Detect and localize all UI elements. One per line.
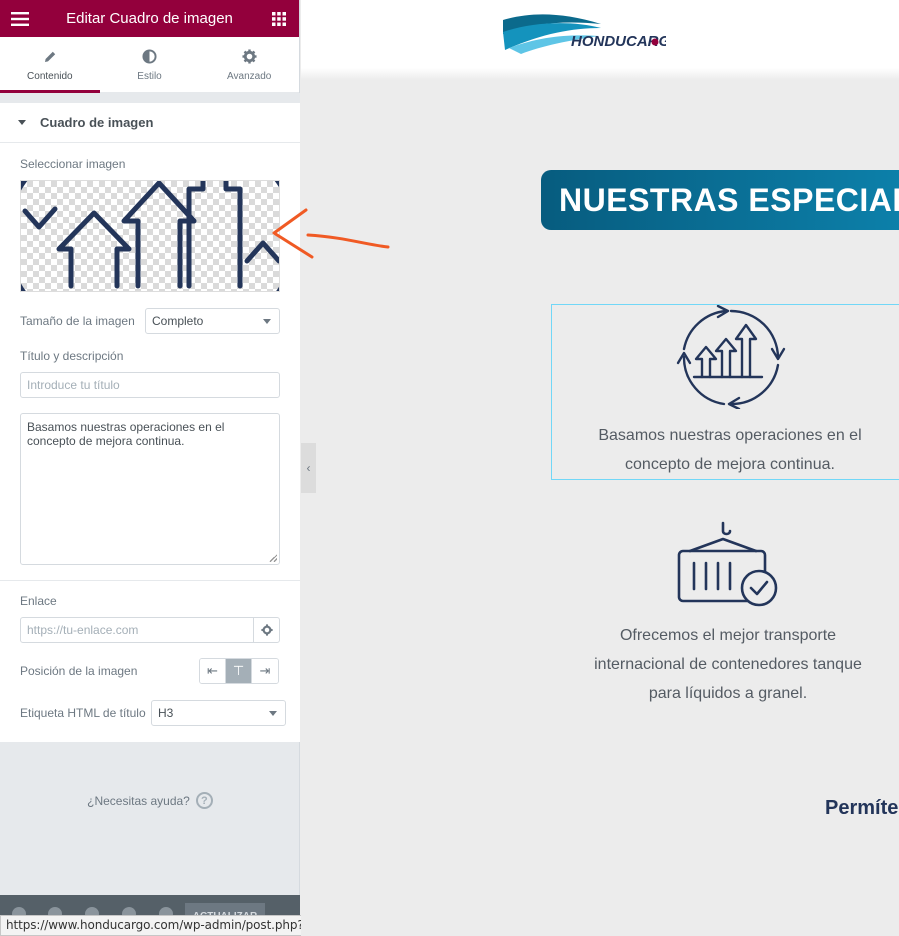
image-picker[interactable] bbox=[20, 180, 280, 292]
gear-icon bbox=[260, 624, 273, 636]
link-input[interactable]: https://tu-enlace.com bbox=[20, 617, 254, 643]
widgets-grid-icon[interactable] bbox=[259, 0, 299, 37]
link-label: Enlace bbox=[20, 594, 57, 608]
gear-icon bbox=[242, 48, 257, 66]
title-tag-select[interactable]: H3 bbox=[151, 700, 286, 726]
card1-line2: concepto de mejora continua. bbox=[625, 456, 835, 473]
align-right-icon[interactable]: ⇥ bbox=[252, 659, 278, 683]
panel-title: Editar Cuadro de imagen bbox=[66, 10, 233, 27]
image-size-label: Tamaño de la imagen bbox=[20, 314, 135, 328]
align-top-icon[interactable]: ⊤ bbox=[226, 659, 252, 683]
description-textarea[interactable]: Basamos nuestras operaciones en el conce… bbox=[20, 413, 280, 565]
align-left-icon[interactable]: ⇤ bbox=[200, 659, 226, 683]
selected-image-box[interactable]: Basamos nuestras operaciones en el conce… bbox=[551, 304, 899, 480]
editor-panel: Editar Cuadro de imagen Contenido Estilo… bbox=[0, 0, 300, 936]
chevron-down-icon bbox=[269, 711, 277, 716]
link-options-button[interactable] bbox=[253, 617, 280, 643]
site-header: HONDUCARGO bbox=[301, 0, 899, 68]
image-size-select[interactable]: Completo bbox=[145, 308, 280, 334]
annotation-arrow-icon bbox=[272, 208, 390, 259]
card2-line3: para líquidos a granel. bbox=[648, 685, 808, 702]
card1-line1: Basamos nuestras operaciones en el bbox=[598, 427, 862, 444]
section-banner: NUESTRAS ESPECIALI bbox=[541, 170, 899, 230]
title-tag-label: Etiqueta HTML de título bbox=[20, 706, 146, 720]
image-position-label: Posición de la imagen bbox=[20, 664, 138, 678]
tab-contenido-label: Contenido bbox=[27, 70, 73, 82]
panel-collapse-button[interactable]: ‹ bbox=[301, 443, 316, 493]
section-toggle-cuadro-de-imagen[interactable]: Cuadro de imagen bbox=[0, 103, 300, 143]
help-text: ¿Necesitas ayuda? bbox=[87, 793, 190, 808]
container-check-icon bbox=[677, 521, 778, 607]
description-text: Basamos nuestras operaciones en el conce… bbox=[27, 420, 225, 448]
card2-line2: internacional de contenedores tanque bbox=[594, 656, 862, 673]
card2-text: Ofrecemos el mejor transporte internacio… bbox=[551, 621, 899, 708]
tab-estilo-label: Estilo bbox=[137, 70, 162, 82]
title-input-placeholder: Introduce tu título bbox=[27, 378, 120, 392]
panel-content: Cuadro de imagen Seleccionar imagen Tama… bbox=[0, 93, 300, 742]
card2-line1: Ofrecemos el mejor transporte bbox=[619, 627, 837, 644]
card1-text: Basamos nuestras operaciones en el conce… bbox=[552, 421, 899, 479]
tab-estilo[interactable]: Estilo bbox=[100, 37, 200, 92]
panel-tabs: Contenido Estilo Avanzado bbox=[0, 37, 299, 93]
divider bbox=[0, 580, 300, 581]
honducargo-logo[interactable]: HONDUCARGO bbox=[501, 10, 682, 60]
tab-avanzado-label: Avanzado bbox=[227, 70, 272, 82]
title-desc-label: Título y descripción bbox=[20, 349, 124, 363]
hamburger-menu-icon[interactable] bbox=[0, 0, 40, 37]
title-input[interactable]: Introduce tu título bbox=[20, 372, 280, 398]
section-title: Cuadro de imagen bbox=[40, 115, 154, 130]
half-circle-icon bbox=[142, 48, 157, 66]
help-link[interactable]: ¿Necesitas ayuda? ? bbox=[0, 792, 300, 809]
link-input-placeholder: https://tu-enlace.com bbox=[27, 623, 139, 637]
permit-heading: Permíte bbox=[825, 797, 899, 819]
growth-cycle-icon bbox=[21, 181, 279, 291]
image-size-value: Completo bbox=[152, 314, 204, 328]
question-icon: ? bbox=[195, 792, 213, 809]
tab-avanzado[interactable]: Avanzado bbox=[199, 37, 299, 92]
caret-down-icon bbox=[18, 120, 26, 125]
page-preview: HONDUCARGO ‹ NUESTRAS ESPECIALI bbox=[301, 0, 899, 936]
pencil-icon bbox=[43, 48, 57, 66]
title-tag-value: H3 bbox=[158, 706, 174, 720]
growth-cycle-icon bbox=[676, 305, 786, 409]
tab-contenido[interactable]: Contenido bbox=[0, 37, 100, 93]
panel-topbar: Editar Cuadro de imagen bbox=[0, 0, 299, 37]
image-position-choices: ⇤ ⊤ ⇥ bbox=[199, 658, 279, 684]
select-image-label: Seleccionar imagen bbox=[20, 157, 126, 171]
chevron-down-icon bbox=[263, 319, 271, 324]
resize-grip-icon[interactable] bbox=[269, 554, 277, 562]
